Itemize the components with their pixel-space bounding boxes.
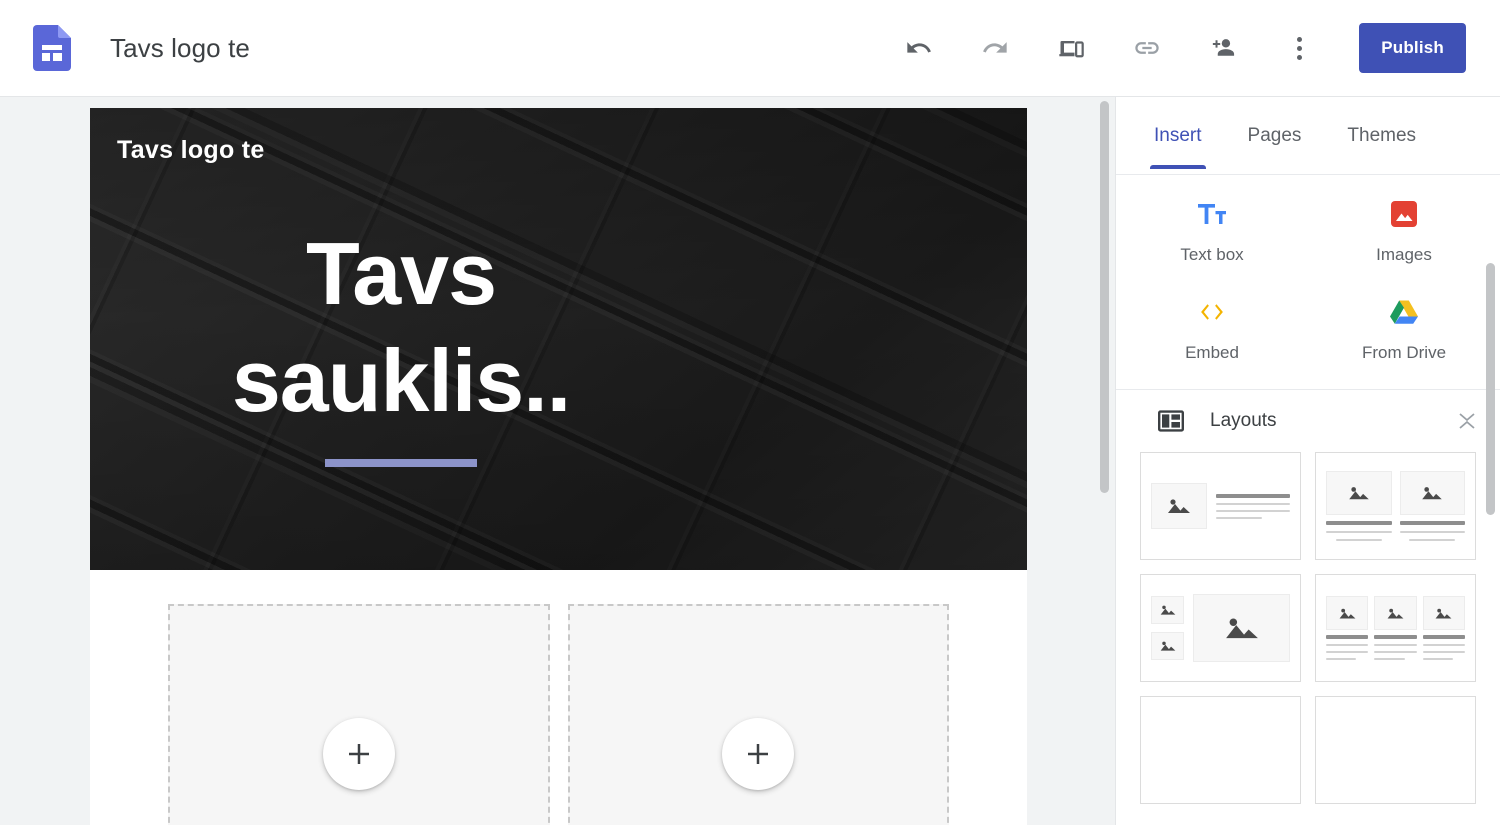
insert-text-box[interactable]: Text box	[1116, 197, 1308, 265]
layout-thumb-image	[1399, 471, 1465, 515]
layout-two-small-images-one-large[interactable]	[1140, 574, 1301, 682]
redo-icon	[983, 42, 1007, 53]
layout-two-images-with-text[interactable]	[1315, 452, 1476, 560]
more-options-icon	[1296, 36, 1302, 60]
collapse-expand-icon[interactable]	[1454, 408, 1480, 434]
insert-options-grid: Text box Images Embed From Drive	[1116, 175, 1500, 515]
layouts-card-grid	[1116, 452, 1500, 804]
preview-button[interactable]	[1047, 24, 1095, 72]
content-sections	[90, 570, 1027, 825]
hero-text-block: Tavs sauklis..	[186, 220, 616, 467]
images-icon	[1387, 197, 1421, 231]
layout-thumb-image	[1422, 596, 1465, 630]
panel-vertical-scrollbar[interactable]	[1486, 263, 1495, 515]
add-person-icon	[1213, 39, 1235, 56]
layout-thumb-image	[1151, 596, 1184, 624]
section-placeholder-left[interactable]	[168, 604, 550, 825]
preview-devices-icon	[1059, 41, 1084, 58]
tab-themes[interactable]: Themes	[1347, 125, 1416, 169]
insert-images-label: Images	[1376, 245, 1432, 264]
layout-thumb-image	[1326, 596, 1369, 630]
layout-row-four-partial[interactable]	[1315, 696, 1476, 804]
hero-banner-section[interactable]: Tavs logo te Tavs sauklis..	[90, 108, 1027, 570]
add-content-button-right[interactable]	[722, 718, 795, 790]
google-drive-icon	[1387, 295, 1421, 329]
section-placeholder-right[interactable]	[567, 604, 949, 825]
insert-embed[interactable]: Embed	[1116, 295, 1308, 363]
insert-from-drive-label: From Drive	[1361, 343, 1447, 362]
google-sites-logo-icon	[33, 25, 71, 71]
insert-images[interactable]: Images	[1308, 197, 1500, 265]
redo-button[interactable]	[971, 24, 1019, 72]
plus-icon	[748, 744, 769, 764]
tab-pages[interactable]: Pages	[1248, 125, 1302, 169]
copy-link-button[interactable]	[1123, 24, 1171, 72]
right-side-panel: Insert Pages Themes Text box Images Embe…	[1115, 97, 1500, 825]
layout-three-images-with-text[interactable]	[1315, 574, 1476, 682]
layouts-grid-icon	[1154, 404, 1188, 438]
insert-text-box-label: Text box	[1180, 245, 1244, 264]
link-icon	[1135, 42, 1159, 54]
layout-thumb-image	[1151, 483, 1207, 529]
layouts-title: Layouts	[1210, 410, 1277, 431]
undo-button[interactable]	[895, 24, 943, 72]
insert-embed-label: Embed	[1185, 343, 1239, 362]
panel-tab-bar: Insert Pages Themes	[1116, 97, 1500, 175]
header-toolbar	[881, 24, 1337, 72]
app-header: Tavs logo te Publish	[0, 0, 1500, 97]
layouts-section-header[interactable]: Layouts	[1116, 390, 1500, 452]
hero-heading-text[interactable]: Tavs sauklis..	[186, 220, 616, 435]
text-box-icon	[1195, 197, 1229, 231]
canvas-vertical-scrollbar[interactable]	[1100, 101, 1109, 493]
more-options-button[interactable]	[1275, 24, 1323, 72]
add-content-button-left[interactable]	[322, 718, 395, 790]
google-sites-logo[interactable]	[32, 24, 72, 72]
layout-thumb-image-large	[1193, 594, 1290, 662]
layout-thumb-text	[1216, 493, 1290, 519]
layout-thumb-image	[1151, 632, 1184, 660]
image-placeholder-icon	[1168, 499, 1190, 513]
google-sites-editor: Tavs logo te Publish Tavs logo te Tavs s…	[0, 0, 1500, 825]
layout-image-left-text-right[interactable]	[1140, 452, 1301, 560]
publish-button[interactable]: Publish	[1359, 23, 1466, 73]
layout-thumb-image	[1374, 596, 1417, 630]
undo-icon	[907, 42, 932, 53]
insert-from-drive[interactable]: From Drive	[1308, 295, 1500, 363]
plus-icon	[348, 744, 369, 764]
layout-row-three-partial[interactable]	[1140, 696, 1301, 804]
tab-insert[interactable]: Insert	[1150, 125, 1206, 169]
document-title[interactable]: Tavs logo te	[110, 33, 250, 64]
hero-divider	[325, 458, 477, 467]
site-page: Tavs logo te Tavs sauklis..	[90, 108, 1027, 825]
site-canvas: Tavs logo te Tavs sauklis..	[0, 97, 1115, 825]
embed-code-icon	[1195, 295, 1229, 329]
site-name-text[interactable]: Tavs logo te	[117, 136, 265, 165]
share-add-person-button[interactable]	[1199, 24, 1247, 72]
layout-thumb-image	[1326, 471, 1392, 515]
